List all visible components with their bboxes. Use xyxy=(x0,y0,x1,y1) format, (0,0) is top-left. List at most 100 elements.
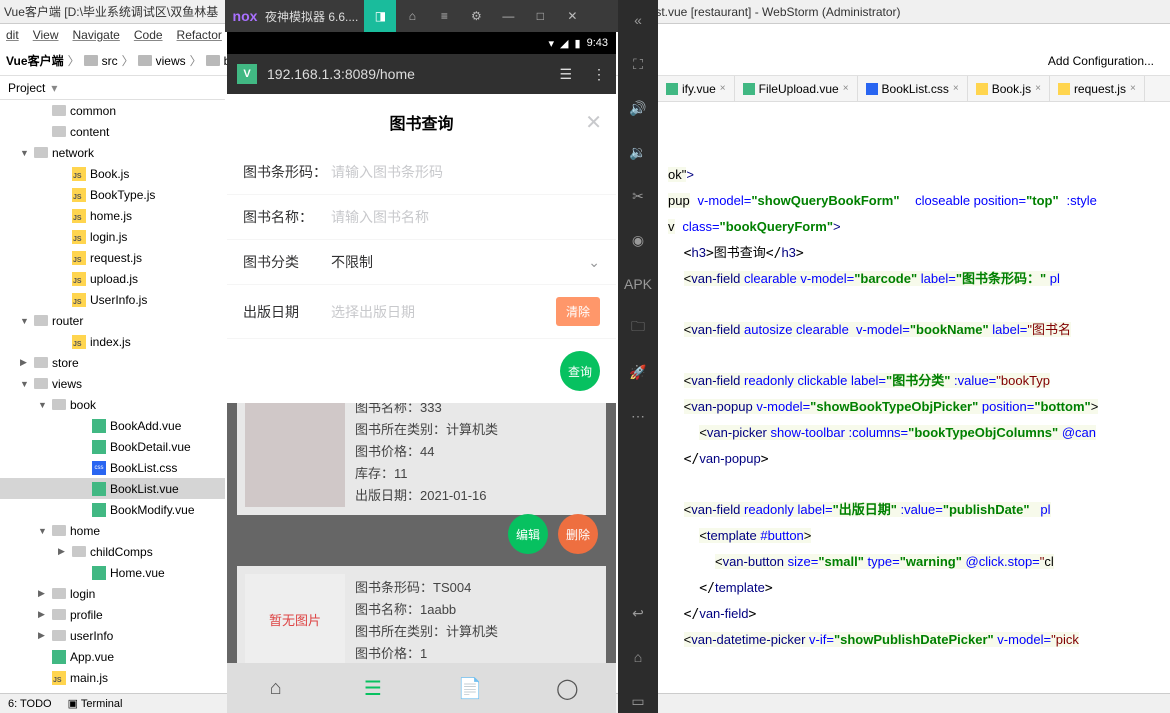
query-button[interactable]: 查询 xyxy=(560,351,600,391)
screenshot-icon[interactable]: ✂ xyxy=(626,184,650,208)
book-item[interactable]: 暂无图片 图书条形码：TS004 图书名称：1aabb 图书所在类别：计算机类 … xyxy=(237,566,606,673)
project-tree[interactable]: commoncontent▼networkJSBook.jsJSBookType… xyxy=(0,100,225,693)
tree-node-views[interactable]: ▼views xyxy=(0,373,225,394)
minimize-icon[interactable]: — xyxy=(492,0,524,32)
file-icon[interactable]: 🗀 xyxy=(626,316,650,340)
tree-node-request-js[interactable]: JSrequest.js xyxy=(0,247,225,268)
project-path: Vue客户端 [D:\毕业系统调试区\双鱼林基于 xyxy=(0,0,225,24)
close-tab-icon[interactable]: × xyxy=(1130,83,1136,94)
tree-node-BookDetail-vue[interactable]: BookDetail.vue xyxy=(0,436,225,457)
editor-tab[interactable]: ify.vue× xyxy=(658,76,735,101)
code-editor[interactable]: ok"> pup v-model="showQueryBookForm" clo… xyxy=(658,102,1170,693)
add-configuration-button[interactable]: Add Configuration... xyxy=(1038,52,1164,70)
tree-node-index-js[interactable]: JSindex.js xyxy=(0,331,225,352)
tabs-icon[interactable]: ☰ xyxy=(559,66,572,83)
tree-node-book[interactable]: ▼book xyxy=(0,394,225,415)
name-field[interactable]: 图书名称： 请输入图书名称 xyxy=(227,195,616,240)
date-input[interactable]: 选择出版日期 xyxy=(331,302,556,322)
more-icon[interactable]: ⋯ xyxy=(626,404,650,428)
browser-urlbar[interactable]: V 192.168.1.3:8089/home ☰ ⋮ xyxy=(227,54,616,94)
menu-edit[interactable]: dit xyxy=(6,24,19,46)
tree-node-login[interactable]: ▶login xyxy=(0,583,225,604)
dropdown-icon[interactable]: ▾ xyxy=(51,81,57,95)
type-field[interactable]: 图书分类 不限制 ⌄ xyxy=(227,240,616,285)
editor-tab[interactable]: Book.js× xyxy=(968,76,1050,101)
tab-doc[interactable]: 📄 xyxy=(422,663,519,713)
store-icon[interactable]: ◨ xyxy=(364,0,396,32)
tab-home[interactable]: ⌂ xyxy=(227,663,324,713)
tree-node-childComps[interactable]: ▶childComps xyxy=(0,541,225,562)
tree-node-store[interactable]: ▶store xyxy=(0,352,225,373)
editor-tab[interactable]: request.js× xyxy=(1050,76,1145,101)
tree-node-userInfo[interactable]: ▶userInfo xyxy=(0,625,225,646)
tree-node-upload-js[interactable]: JSupload.js xyxy=(0,268,225,289)
close-tab-icon[interactable]: × xyxy=(1035,83,1041,94)
maximize-icon[interactable]: □ xyxy=(524,0,556,32)
tree-node-Book-js[interactable]: JSBook.js xyxy=(0,163,225,184)
tree-node-App-vue[interactable]: App.vue xyxy=(0,646,225,667)
editor-tab[interactable]: FileUpload.vue× xyxy=(735,76,858,101)
nox-logo: nox xyxy=(225,8,265,24)
volume-up-icon[interactable]: 🔊 xyxy=(626,96,650,120)
record-icon[interactable]: ◉ xyxy=(626,228,650,252)
tree-node-home[interactable]: ▼home xyxy=(0,520,225,541)
close-icon[interactable]: ✕ xyxy=(556,0,588,32)
apk-install-icon[interactable]: APK xyxy=(626,272,650,296)
close-tab-icon[interactable]: × xyxy=(843,83,849,94)
book-item[interactable]: 图书名称：333 图书所在类别：计算机类 图书价格：44 库存：11 出版日期：… xyxy=(237,386,606,515)
tree-node-content[interactable]: content xyxy=(0,121,225,142)
project-header[interactable]: Project ▾ xyxy=(0,76,225,100)
settings-icon[interactable]: ⚙ xyxy=(460,0,492,32)
fullscreen-icon[interactable]: ⛶ xyxy=(626,52,650,76)
status-terminal[interactable]: ▣ Terminal xyxy=(68,697,123,710)
home-icon[interactable]: ⌂ xyxy=(396,0,428,32)
tree-node-BookType-js[interactable]: JSBookType.js xyxy=(0,184,225,205)
tab-list[interactable]: ☰ xyxy=(324,663,421,713)
rocket-icon[interactable]: 🚀 xyxy=(626,360,650,384)
close-tab-icon[interactable]: × xyxy=(953,83,959,94)
name-input[interactable]: 请输入图书名称 xyxy=(331,207,600,227)
home-nav-icon[interactable]: ⌂ xyxy=(626,645,650,669)
volume-down-icon[interactable]: 🔉 xyxy=(626,140,650,164)
tree-node-UserInfo-js[interactable]: JSUserInfo.js xyxy=(0,289,225,310)
tree-node-common[interactable]: common xyxy=(0,100,225,121)
type-value: 不限制 xyxy=(331,252,588,272)
tree-node-BookAdd-vue[interactable]: BookAdd.vue xyxy=(0,415,225,436)
recent-icon[interactable]: ▭ xyxy=(626,689,650,713)
home-icon: ⌂ xyxy=(270,677,282,700)
tree-node-home-js[interactable]: JShome.js xyxy=(0,205,225,226)
tree-node-network[interactable]: ▼network xyxy=(0,142,225,163)
menu-code[interactable]: Code xyxy=(134,24,163,46)
tree-node-main-js[interactable]: JSmain.js xyxy=(0,667,225,688)
menu-refactor[interactable]: Refactor xyxy=(177,24,222,46)
close-tab-icon[interactable]: × xyxy=(720,83,726,94)
tab-user[interactable]: ◯ xyxy=(519,663,616,713)
close-icon[interactable]: ✕ xyxy=(585,110,602,135)
editor-tabs: ify.vue×FileUpload.vue×BookList.css×Book… xyxy=(658,76,1170,102)
status-todo[interactable]: 6: TODO xyxy=(8,698,52,710)
tree-node-router[interactable]: ▼router xyxy=(0,310,225,331)
barcode-input[interactable]: 请输入图书条形码 xyxy=(331,162,600,182)
editor-tab[interactable]: BookList.css× xyxy=(858,76,968,101)
tree-node-profile[interactable]: ▶profile xyxy=(0,604,225,625)
tree-node-BookList-vue[interactable]: BookList.vue xyxy=(0,478,225,499)
kebab-icon[interactable]: ⋮ xyxy=(582,66,606,83)
delete-button[interactable]: 删除 xyxy=(558,514,598,554)
menu-view[interactable]: View xyxy=(33,24,59,46)
collapse-icon[interactable]: « xyxy=(626,8,650,32)
menu-icon[interactable]: ≡ xyxy=(428,0,460,32)
barcode-field[interactable]: 图书条形码： 请输入图书条形码 xyxy=(227,150,616,195)
date-field[interactable]: 出版日期 选择出版日期 清除 xyxy=(227,285,616,339)
tree-node-login-js[interactable]: JSlogin.js xyxy=(0,226,225,247)
clear-button[interactable]: 清除 xyxy=(556,297,600,326)
breadcrumb-src[interactable]: src xyxy=(102,54,118,68)
tree-node-BookList-css[interactable]: cssBookList.css xyxy=(0,457,225,478)
back-icon[interactable]: ↩ xyxy=(626,601,650,625)
tree-node-BookModify-vue[interactable]: BookModify.vue xyxy=(0,499,225,520)
breadcrumb-root[interactable]: Vue客户端 xyxy=(6,52,64,69)
tree-node-Home-vue[interactable]: Home.vue xyxy=(0,562,225,583)
menu-navigate[interactable]: Navigate xyxy=(72,24,119,46)
breadcrumb-views[interactable]: views xyxy=(156,54,186,68)
emulator-titlebar: nox 夜神模拟器 6.6.... ◨ ⌂ ≡ ⚙ — □ ✕ xyxy=(225,0,618,32)
edit-button[interactable]: 编辑 xyxy=(508,514,548,554)
